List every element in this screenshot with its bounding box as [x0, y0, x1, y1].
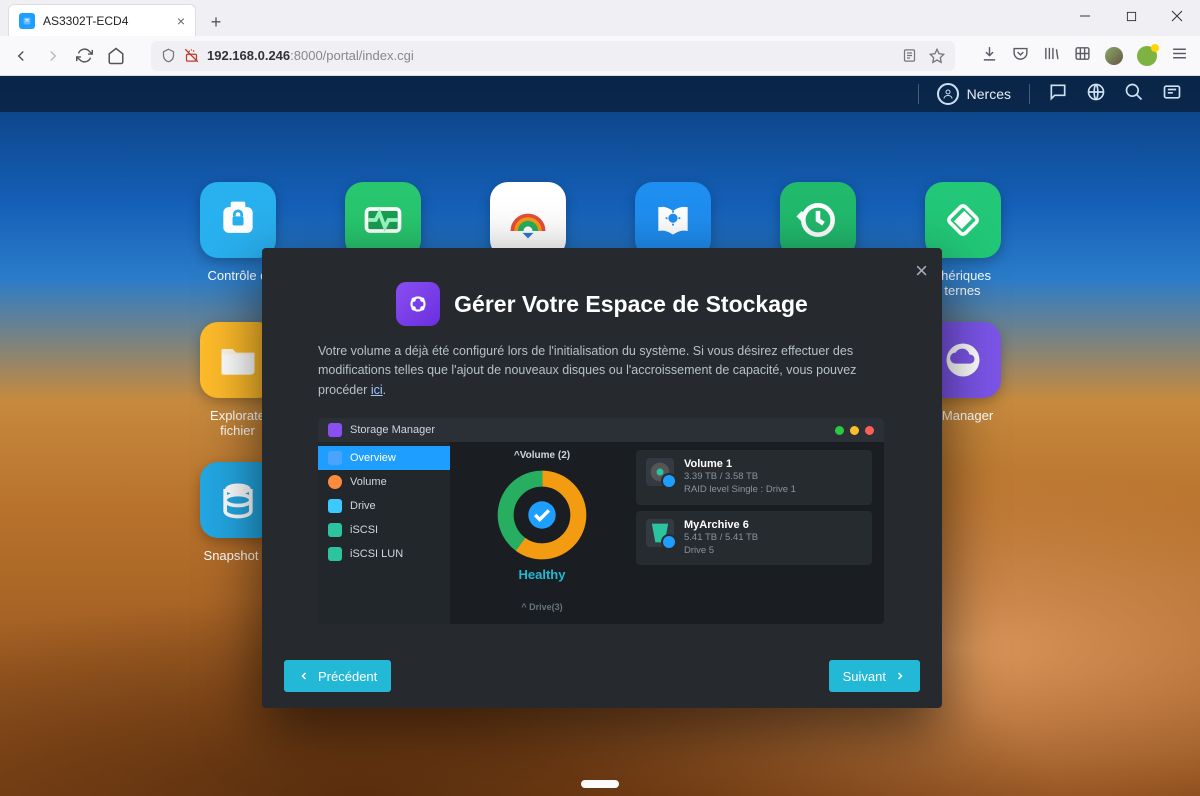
- app-label: Contrôle d: [208, 268, 268, 283]
- drive-icon: [328, 499, 342, 513]
- home-button[interactable]: [107, 47, 125, 65]
- sm-main: ^Volume (2) Healthy ^ Drive(3): [450, 442, 884, 624]
- iscsi-lun-icon: [328, 547, 342, 561]
- sidebar-icon[interactable]: [1074, 45, 1091, 67]
- home-indicator[interactable]: [581, 780, 619, 788]
- tab-bar: AS3302T-ECD4 × +: [0, 0, 1200, 36]
- reload-button[interactable]: [76, 47, 93, 64]
- here-link[interactable]: ici: [371, 383, 383, 397]
- storage-manager-preview: Storage Manager Overview Volume Drive iS…: [318, 418, 884, 624]
- book-icon: [635, 182, 711, 258]
- modal-description: Votre volume a déjà été configuré lors d…: [262, 342, 942, 400]
- window-controls: [1062, 0, 1200, 32]
- favicon-icon: [19, 13, 35, 29]
- pocket-icon[interactable]: [1012, 45, 1029, 67]
- sm-titlebar: Storage Manager: [318, 418, 884, 442]
- back-button[interactable]: [12, 47, 30, 65]
- window-maximize-button[interactable]: [1108, 0, 1154, 32]
- volume-size: 3.39 TB / 3.58 TB: [684, 470, 796, 483]
- app-label: Explorate fichier: [210, 408, 265, 438]
- drive-section-label: ^ Drive(3): [462, 602, 622, 612]
- insecure-icon: [184, 48, 199, 63]
- reader-icon[interactable]: [902, 48, 917, 63]
- sm-window-title: Storage Manager: [350, 424, 435, 436]
- iscsi-icon: [328, 523, 342, 537]
- shield-icon: [161, 48, 176, 63]
- adm-desktop: Nerces Contrôle d phé: [0, 76, 1200, 796]
- forward-button[interactable]: [44, 47, 62, 65]
- browser-tab[interactable]: AS3302T-ECD4 ×: [8, 4, 196, 36]
- rainbow-icon: [490, 182, 566, 258]
- sm-sidebar: Overview Volume Drive iSCSI iSCSI LUN: [318, 442, 450, 624]
- myarchive-icon: [646, 519, 674, 547]
- adm-topbar: Nerces: [0, 76, 1200, 112]
- profile-avatar-icon[interactable]: [1105, 47, 1123, 65]
- next-button[interactable]: Suivant: [829, 660, 920, 692]
- window-minimize-button[interactable]: [1062, 0, 1108, 32]
- bookmark-star-icon[interactable]: [929, 48, 945, 64]
- donut-chart-icon: [494, 467, 590, 563]
- previous-button[interactable]: Précédent: [284, 660, 391, 692]
- usb-icon: [925, 182, 1001, 258]
- volume-disk-icon: [646, 458, 674, 486]
- traffic-green-icon: [835, 426, 844, 435]
- downloads-icon[interactable]: [981, 45, 998, 67]
- window-close-button[interactable]: [1154, 0, 1200, 32]
- browser-chrome: AS3302T-ECD4 × + 192.168.0.246:8000/port…: [0, 0, 1200, 76]
- url-text: 192.168.0.246:8000/portal/index.cgi: [207, 48, 414, 63]
- tab-title: AS3302T-ECD4: [43, 14, 128, 28]
- user-icon: [937, 83, 959, 105]
- heartbeat-icon: [345, 182, 421, 258]
- search-icon[interactable]: [1124, 82, 1144, 107]
- modal-title: Gérer Votre Espace de Stockage: [454, 291, 808, 318]
- sidebar-item-overview[interactable]: Overview: [318, 446, 450, 470]
- browser-toolbar: 192.168.0.246:8000/portal/index.cgi: [0, 36, 1200, 76]
- volume-icon: [328, 475, 342, 489]
- restore-icon: [780, 182, 856, 258]
- app-menu-button[interactable]: [1171, 45, 1188, 67]
- volume-drive: Drive 5: [684, 544, 758, 557]
- sidebar-item-iscsi[interactable]: iSCSI: [318, 518, 450, 542]
- volume-raid: RAID level Single : Drive 1: [684, 483, 796, 496]
- sidebar-item-drive[interactable]: Drive: [318, 494, 450, 518]
- username: Nerces: [967, 86, 1011, 102]
- library-icon[interactable]: [1043, 45, 1060, 67]
- tab-close-icon[interactable]: ×: [177, 13, 185, 29]
- sidebar-item-iscsi-lun[interactable]: iSCSI LUN: [318, 542, 450, 566]
- chevron-left-icon: [298, 670, 310, 682]
- modal-header: Gérer Votre Espace de Stockage: [262, 248, 942, 342]
- modal-footer: Précédent Suivant: [262, 644, 942, 708]
- sm-logo-icon: [328, 423, 342, 437]
- badge-icon: [200, 182, 276, 258]
- chevron-right-icon: [894, 670, 906, 682]
- overview-icon: [328, 451, 342, 465]
- volume-card[interactable]: Volume 1 3.39 TB / 3.58 TB RAID level Si…: [636, 450, 872, 505]
- volume-size: 5.41 TB / 5.41 TB: [684, 531, 758, 544]
- sidebar-item-volume[interactable]: Volume: [318, 470, 450, 494]
- url-bar[interactable]: 192.168.0.246:8000/portal/index.cgi: [151, 41, 955, 71]
- traffic-lights: [835, 426, 874, 435]
- traffic-yellow-icon: [850, 426, 859, 435]
- volume-name: Volume 1: [684, 458, 796, 470]
- volume-card[interactable]: MyArchive 6 5.41 TB / 5.41 TB Drive 5: [636, 511, 872, 566]
- volume-name: MyArchive 6: [684, 519, 758, 531]
- storage-wizard-modal: × Gérer Votre Espace de Stockage Votre v…: [262, 248, 942, 708]
- storage-manager-icon: [396, 282, 440, 326]
- globe-icon[interactable]: [1086, 82, 1106, 107]
- volume-section-label: ^Volume (2): [462, 450, 622, 461]
- traffic-red-icon: [865, 426, 874, 435]
- modal-close-button[interactable]: ×: [915, 258, 928, 284]
- chat-icon[interactable]: [1048, 82, 1068, 107]
- new-tab-button[interactable]: +: [202, 8, 230, 36]
- user-menu[interactable]: Nerces: [937, 83, 1011, 105]
- toolbar-right: [981, 45, 1188, 67]
- extension-icon[interactable]: [1137, 46, 1157, 66]
- settings-icon[interactable]: [1162, 82, 1182, 107]
- health-status: Healthy: [462, 567, 622, 582]
- app-label: phériques ternes: [934, 268, 991, 298]
